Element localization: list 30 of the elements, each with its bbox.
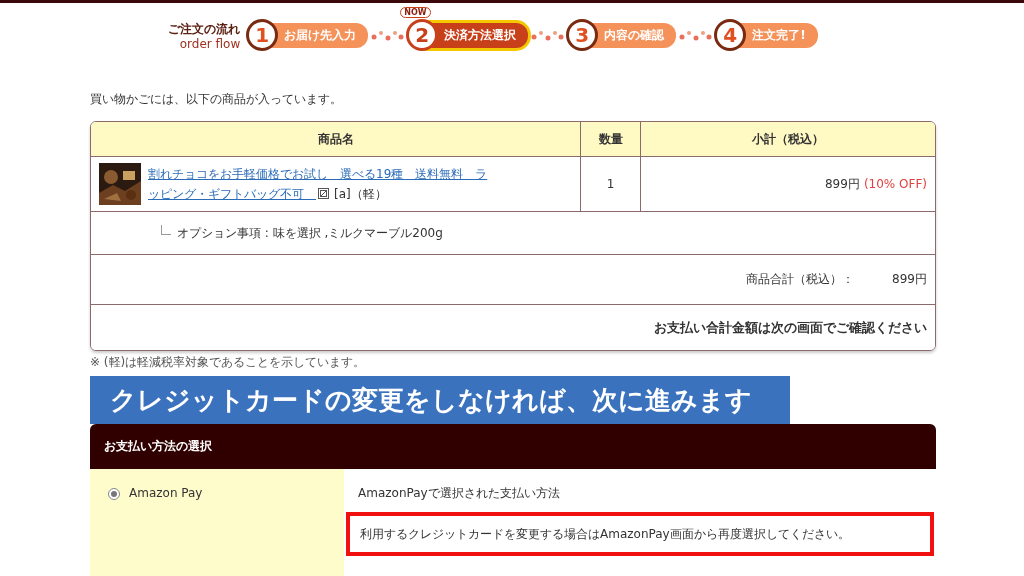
column-header: 小計（税込） [641,122,935,157]
radio-button[interactable] [108,488,120,500]
quantity-cell: 1 [581,157,641,212]
intro-text: 買い物かごには、以下の商品が入っています。 [90,91,343,108]
caption-banner: クレジットカードの変更をしなければ、次に進みます [90,376,790,424]
now-badge: NOW [400,7,431,18]
tax-tag: [a]（軽） [334,187,387,201]
product-link[interactable]: 割れチョコをお手軽価格でお試し 選べる19種 送料無料 ラ [148,167,488,181]
panel-header: お支払い方法の選択 [103,438,213,455]
step-number: 3 [566,19,599,51]
price-text: 899円 [825,175,860,193]
subtotal-value: 899円 [892,271,927,288]
option-text: オプション事項 : 味を選択 ,ミルクマーブル200g [177,224,443,242]
tax-note: ※ (軽)は軽減税率対象であることを示しています。 [90,354,367,371]
product-link[interactable]: ッピング・ギフトバッグ不可 [148,187,316,201]
subtotal-label: 商品合計（税込）： [746,271,855,288]
flow-title: ご注文の流れ [168,20,241,38]
discount-text: (10% OFF) [863,177,927,191]
step-label: 決済方法選択 [428,22,529,48]
method-note: 利用するクレジットカードを変更する場合はAmazonPay画面から再度選択してください。 [346,512,934,556]
method-label: Amazon Pay [129,486,203,500]
method-detail: AmazonPayで選択された支払い方法 [357,485,561,502]
column-header: 数量 [581,122,641,157]
column-header: 商品名 [91,122,581,157]
step-number: 4 [714,19,747,51]
external-link-icon[interactable] [318,188,329,199]
flow-subtitle: order flow [179,37,241,50]
step-number: 1 [246,19,279,51]
tree-line [161,225,171,235]
total-note: お支払い合計金額は次の画面でご確認ください [654,318,927,337]
